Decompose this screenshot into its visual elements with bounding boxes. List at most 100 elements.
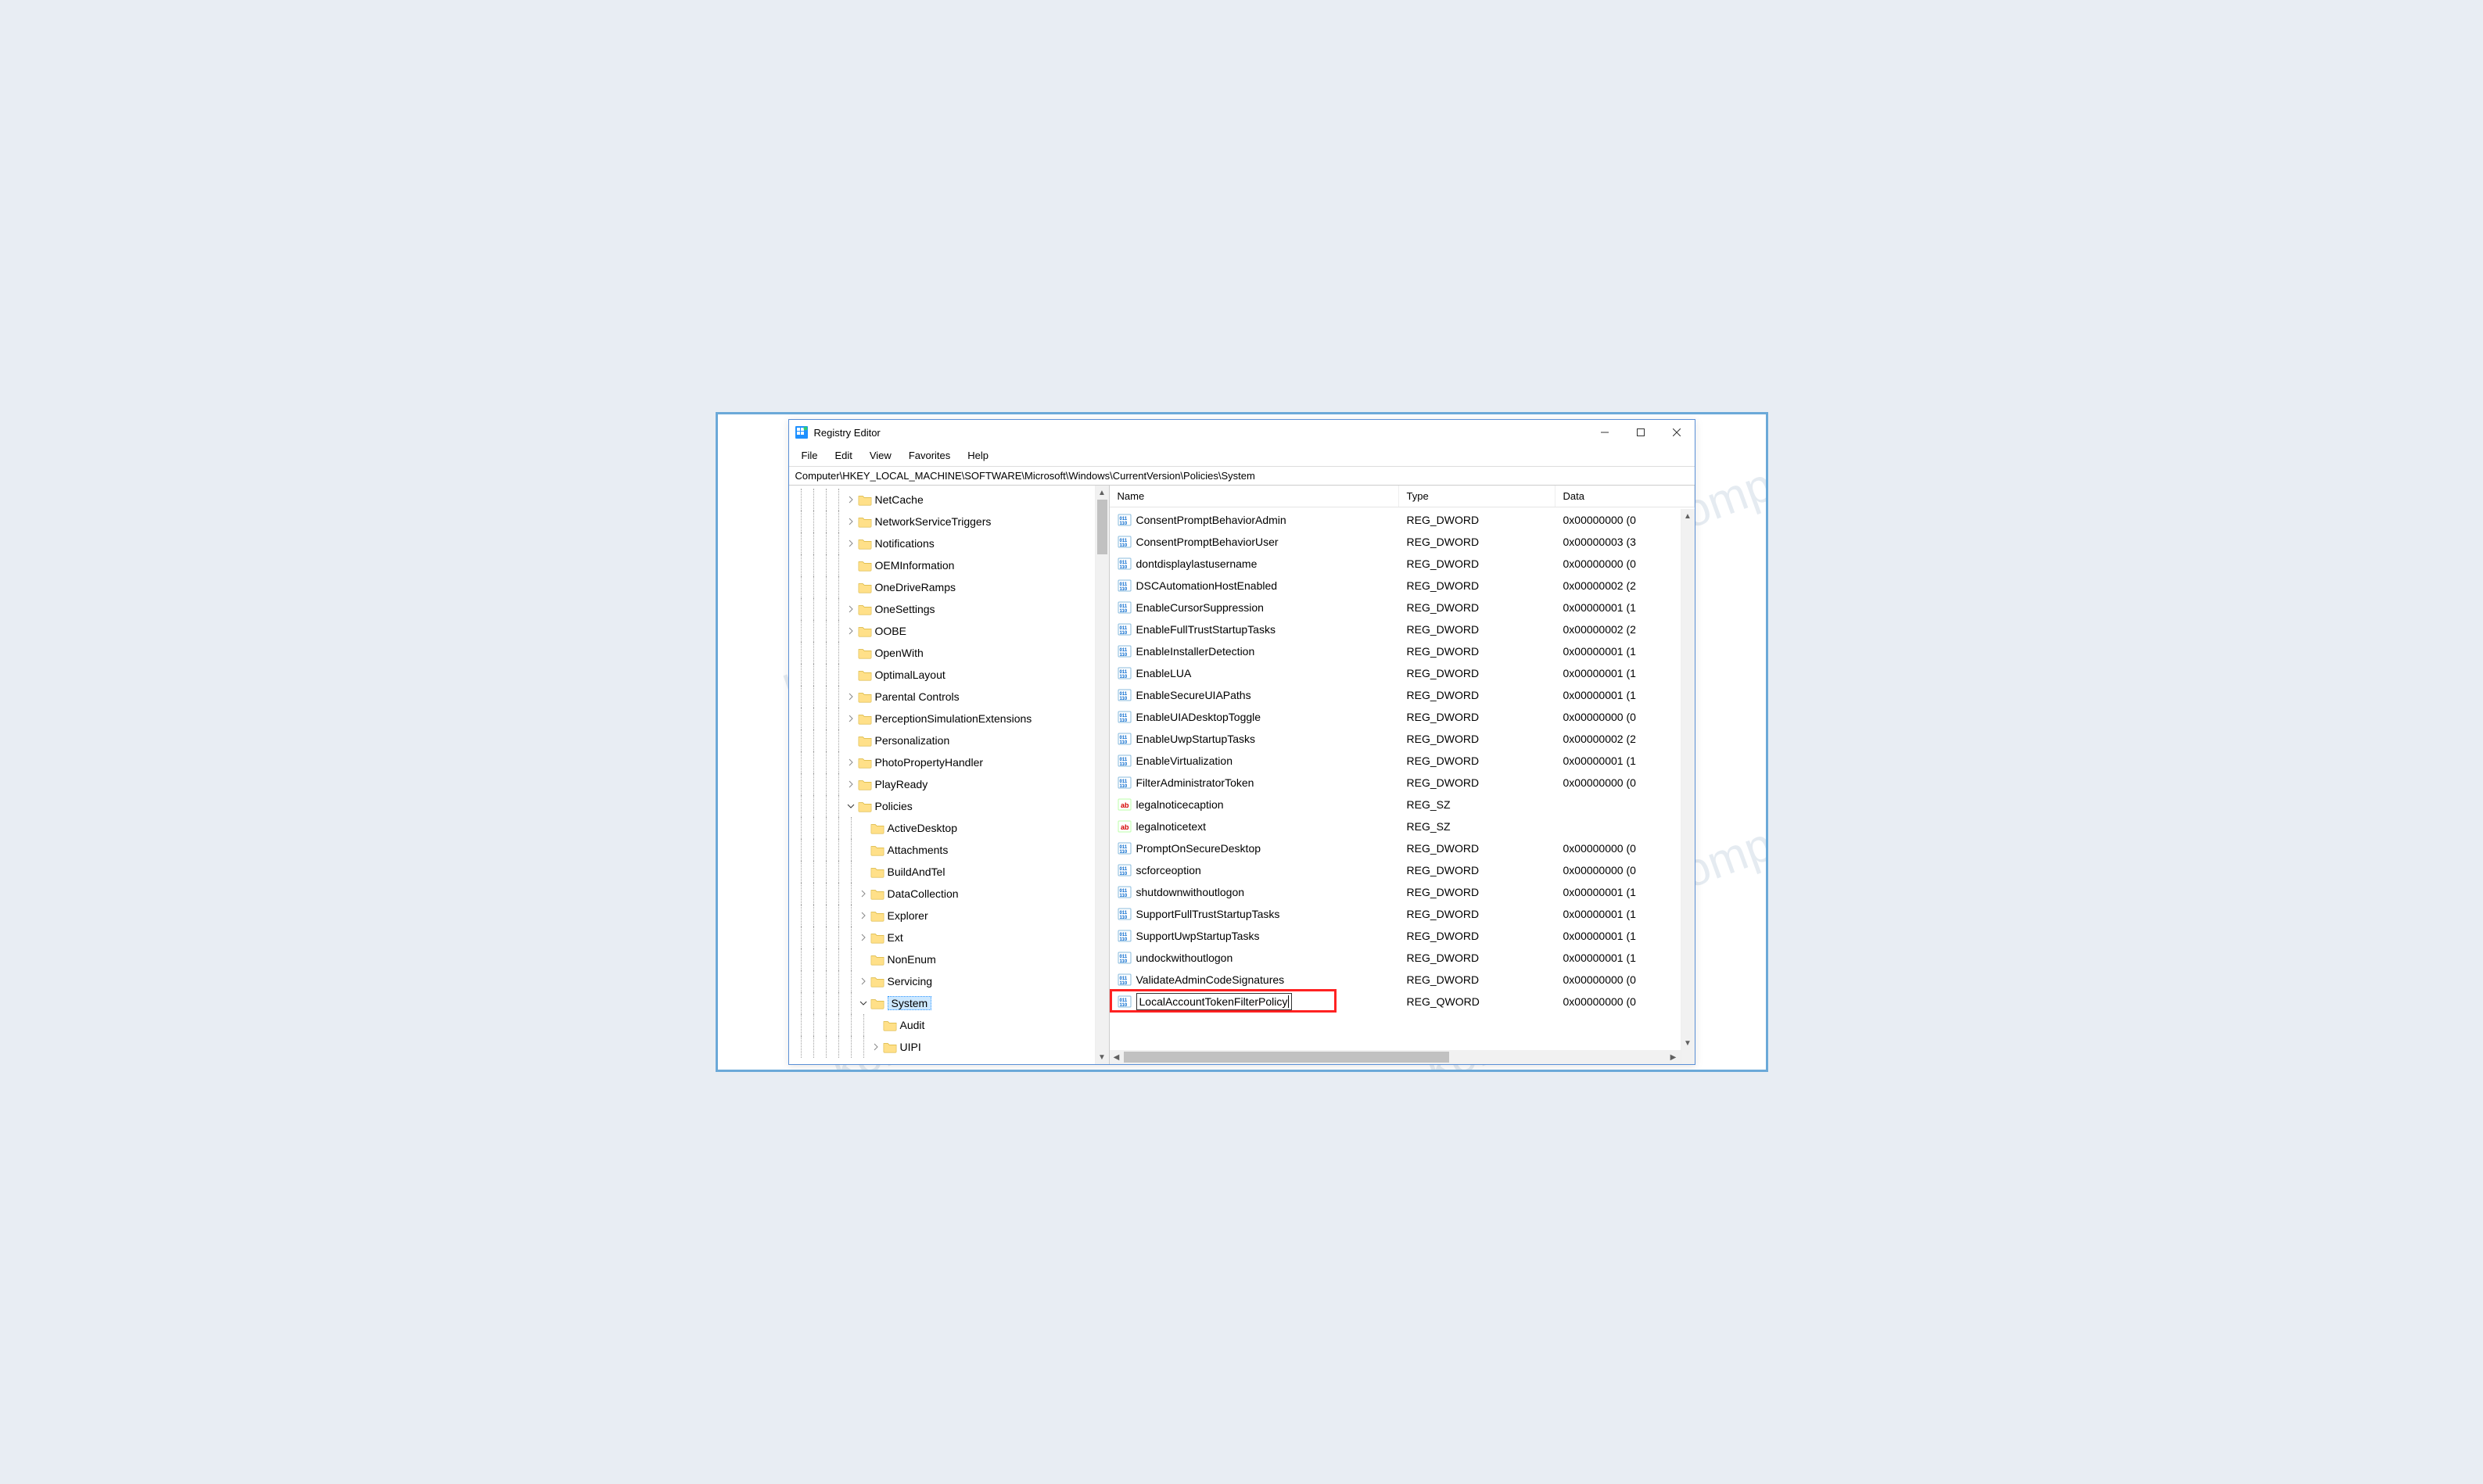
scrollbar-thumb[interactable] — [1097, 500, 1107, 554]
tree-item[interactable]: Policies — [789, 795, 1095, 817]
expander-icon[interactable] — [845, 582, 856, 593]
value-row[interactable]: 011110SupportUwpStartupTasksREG_DWORD0x0… — [1110, 925, 1695, 947]
tree-item[interactable]: Ext — [789, 927, 1095, 948]
tree-item[interactable]: NonEnum — [789, 948, 1095, 970]
maximize-button[interactable] — [1623, 420, 1659, 445]
tree-item[interactable]: OEMInformation — [789, 554, 1095, 576]
tree-item[interactable]: System — [789, 992, 1095, 1014]
expander-icon[interactable] — [845, 757, 856, 768]
value-row[interactable]: 011110shutdownwithoutlogonREG_DWORD0x000… — [1110, 881, 1695, 903]
minimize-button[interactable] — [1587, 420, 1623, 445]
list-hscrollbar[interactable]: ◀ ▶ — [1110, 1050, 1681, 1064]
expander-icon[interactable] — [845, 713, 856, 724]
value-row[interactable]: 011110EnableSecureUIAPathsREG_DWORD0x000… — [1110, 684, 1695, 706]
tree-item[interactable]: Servicing — [789, 970, 1095, 992]
column-name[interactable]: Name — [1110, 486, 1399, 507]
expander-icon[interactable] — [845, 779, 856, 790]
tree-item[interactable]: OneDriveRamps — [789, 576, 1095, 598]
value-row[interactable]: 011110EnableLUAREG_DWORD0x00000001 (1 — [1110, 662, 1695, 684]
value-row[interactable]: 011110ConsentPromptBehaviorUserREG_DWORD… — [1110, 531, 1695, 553]
expander-icon[interactable] — [858, 976, 869, 987]
tree-item[interactable]: ActiveDesktop — [789, 817, 1095, 839]
expander-icon[interactable] — [845, 735, 856, 746]
rename-input[interactable]: LocalAccountTokenFilterPolicy — [1136, 993, 1293, 1010]
close-button[interactable] — [1659, 420, 1695, 445]
expander-icon[interactable] — [870, 1041, 881, 1052]
menu-view[interactable]: View — [862, 446, 899, 464]
expander-icon[interactable] — [845, 516, 856, 527]
value-row[interactable]: 011110EnableCursorSuppressionREG_DWORD0x… — [1110, 597, 1695, 618]
value-row[interactable]: 011110EnableInstallerDetectionREG_DWORD0… — [1110, 640, 1695, 662]
tree-view[interactable]: NetCacheNetworkServiceTriggersNotificati… — [789, 486, 1095, 1064]
tree-item[interactable]: OpenWith — [789, 642, 1095, 664]
column-data[interactable]: Data — [1555, 486, 1695, 507]
value-row[interactable]: ablegalnoticetextREG_SZ — [1110, 815, 1695, 837]
value-row[interactable]: 011110DSCAutomationHostEnabledREG_DWORD0… — [1110, 575, 1695, 597]
tree-item[interactable]: OptimalLayout — [789, 664, 1095, 686]
value-row[interactable]: 011110scforceoptionREG_DWORD0x00000000 (… — [1110, 859, 1695, 881]
tree-item[interactable]: OOBE — [789, 620, 1095, 642]
scrollbar-thumb[interactable] — [1124, 1052, 1449, 1063]
expander-icon[interactable] — [845, 801, 856, 812]
expander-icon[interactable] — [845, 626, 856, 636]
value-row[interactable]: 011110EnableVirtualizationREG_DWORD0x000… — [1110, 750, 1695, 772]
value-row[interactable]: 011110EnableUwpStartupTasksREG_DWORD0x00… — [1110, 728, 1695, 750]
scroll-down-icon[interactable]: ▼ — [1681, 1036, 1695, 1050]
expander-icon[interactable] — [845, 647, 856, 658]
value-row[interactable]: ablegalnoticecaptionREG_SZ — [1110, 794, 1695, 815]
titlebar[interactable]: Registry Editor — [789, 420, 1695, 445]
expander-icon[interactable] — [858, 823, 869, 833]
expander-icon[interactable] — [858, 844, 869, 855]
scroll-right-icon[interactable]: ▶ — [1667, 1053, 1681, 1062]
tree-item[interactable]: OneSettings — [789, 598, 1095, 620]
expander-icon[interactable] — [858, 910, 869, 921]
expander-icon[interactable] — [845, 538, 856, 549]
menu-file[interactable]: File — [794, 446, 826, 464]
scroll-left-icon[interactable]: ◀ — [1110, 1053, 1124, 1062]
column-type[interactable]: Type — [1399, 486, 1555, 507]
value-row[interactable]: 011110SupportFullTrustStartupTasksREG_DW… — [1110, 903, 1695, 925]
scroll-up-icon[interactable]: ▲ — [1681, 509, 1695, 523]
value-row[interactable]: 011110undockwithoutlogonREG_DWORD0x00000… — [1110, 947, 1695, 969]
value-row[interactable]: 011110PromptOnSecureDesktopREG_DWORD0x00… — [1110, 837, 1695, 859]
tree-item[interactable]: BuildAndTel — [789, 861, 1095, 883]
expander-icon[interactable] — [845, 669, 856, 680]
tree-item[interactable]: Parental Controls — [789, 686, 1095, 708]
expander-icon[interactable] — [858, 954, 869, 965]
value-row[interactable]: 011110LocalAccountTokenFilterPolicyREG_Q… — [1110, 991, 1695, 1013]
expander-icon[interactable] — [858, 998, 869, 1009]
scroll-down-icon[interactable]: ▼ — [1096, 1050, 1109, 1064]
expander-icon[interactable] — [858, 932, 869, 943]
expander-icon[interactable] — [870, 1020, 881, 1031]
tree-item[interactable]: PhotoPropertyHandler — [789, 751, 1095, 773]
tree-item[interactable]: Notifications — [789, 532, 1095, 554]
list-vscrollbar[interactable]: ▲ ▼ — [1681, 509, 1695, 1064]
scroll-up-icon[interactable]: ▲ — [1096, 486, 1109, 500]
tree-item[interactable]: PlayReady — [789, 773, 1095, 795]
expander-icon[interactable] — [858, 866, 869, 877]
tree-item[interactable]: PerceptionSimulationExtensions — [789, 708, 1095, 729]
tree-item[interactable]: DataCollection — [789, 883, 1095, 905]
address-bar[interactable]: Computer\HKEY_LOCAL_MACHINE\SOFTWARE\Mic… — [789, 467, 1695, 486]
expander-icon[interactable] — [845, 560, 856, 571]
menu-edit[interactable]: Edit — [827, 446, 859, 464]
tree-item[interactable]: Audit — [789, 1014, 1095, 1036]
tree-item[interactable]: NetCache — [789, 489, 1095, 511]
menu-favorites[interactable]: Favorites — [901, 446, 958, 464]
value-row[interactable]: 011110EnableFullTrustStartupTasksREG_DWO… — [1110, 618, 1695, 640]
tree-item[interactable]: NetworkServiceTriggers — [789, 511, 1095, 532]
value-row[interactable]: 011110ValidateAdminCodeSignaturesREG_DWO… — [1110, 969, 1695, 991]
expander-icon[interactable] — [845, 691, 856, 702]
list-view[interactable]: 011110ConsentPromptBehaviorAdminREG_DWOR… — [1110, 507, 1695, 1064]
expander-icon[interactable] — [858, 888, 869, 899]
value-row[interactable]: 011110FilterAdministratorTokenREG_DWORD0… — [1110, 772, 1695, 794]
value-row[interactable]: 011110EnableUIADesktopToggleREG_DWORD0x0… — [1110, 706, 1695, 728]
tree-item[interactable]: Attachments — [789, 839, 1095, 861]
expander-icon[interactable] — [845, 604, 856, 615]
value-row[interactable]: 011110ConsentPromptBehaviorAdminREG_DWOR… — [1110, 509, 1695, 531]
value-row[interactable]: 011110dontdisplaylastusernameREG_DWORD0x… — [1110, 553, 1695, 575]
menu-help[interactable]: Help — [960, 446, 996, 464]
tree-scrollbar[interactable]: ▲ ▼ — [1095, 486, 1109, 1064]
expander-icon[interactable] — [845, 494, 856, 505]
tree-item[interactable]: UIPI — [789, 1036, 1095, 1058]
